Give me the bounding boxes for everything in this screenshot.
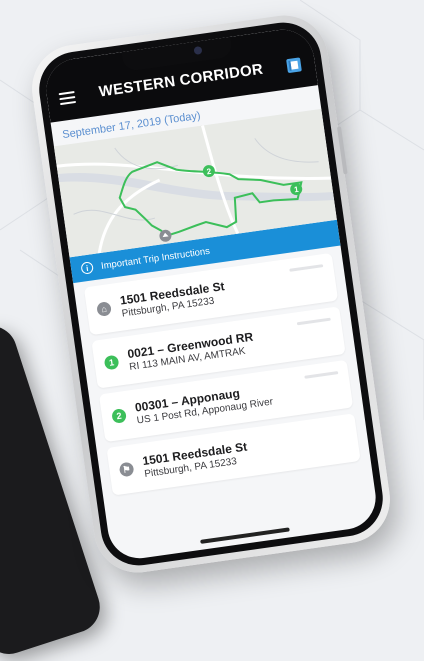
flag-icon: ⚑ (118, 461, 135, 478)
placeholder-bar (289, 264, 324, 272)
home-icon: ⌂ (96, 301, 112, 317)
placeholder-bar (296, 317, 331, 326)
info-icon: i (80, 261, 94, 275)
camera (193, 45, 203, 55)
stop-number-badge: 2 (111, 408, 127, 424)
book-icon[interactable] (284, 55, 304, 75)
placeholder-bar (304, 371, 339, 379)
stop-list: ⌂ 1501 Reedsdale St Pittsburgh, PA 15233… (73, 246, 370, 497)
stop-number-badge: 1 (103, 354, 120, 371)
